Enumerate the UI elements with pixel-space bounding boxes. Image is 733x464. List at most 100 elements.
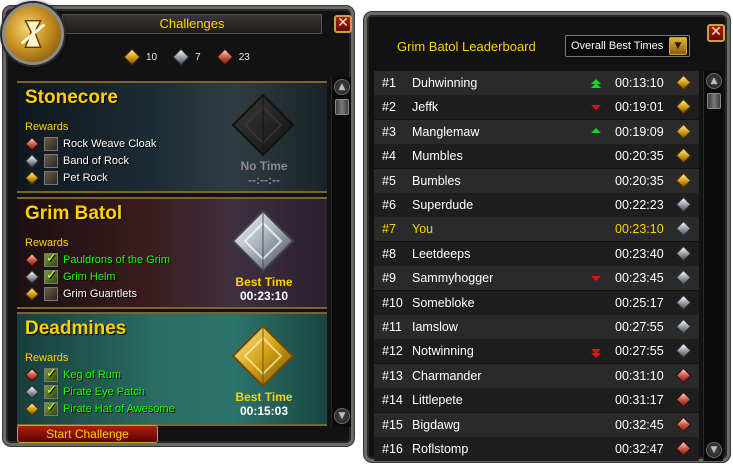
window-title: Challenges: [62, 14, 322, 34]
reward-item[interactable]: Pirate Hat of Awesome: [24, 400, 175, 417]
reward-item-name: Grim Helm: [63, 270, 116, 283]
run-time: 00:20:35: [615, 173, 664, 188]
reward-item[interactable]: Pauldrons of the Grim: [24, 251, 170, 268]
player-name: Superdude: [412, 198, 474, 212]
earned-check-icon: [44, 383, 58, 399]
dungeon-card-deadmines[interactable]: Deadmines Rewards Keg of Rum Pirate Eye Pat…: [17, 312, 327, 426]
player-name: Littlepete: [412, 393, 463, 408]
medal-count-value: 7: [195, 51, 201, 63]
run-time: 00:23:40: [615, 246, 664, 261]
leaderboard-row[interactable]: #1 Duhwinning 00:13:10: [374, 71, 699, 95]
reward-item[interactable]: Band of Rock: [24, 152, 129, 169]
player-name: Iamslow: [412, 320, 458, 334]
chevron-down-icon[interactable]: ▼: [669, 37, 687, 55]
close-button[interactable]: ✕: [707, 24, 725, 42]
rank-down-icon: [591, 276, 601, 282]
scrollbar[interactable]: ▲ ▼: [703, 71, 723, 461]
player-name: Mumbles: [412, 149, 463, 164]
reward-item-name: Pauldrons of the Grim: [63, 253, 170, 266]
leaderboard-row[interactable]: #8 Leetdeeps 00:23:40: [374, 241, 699, 266]
rewards-label: Rewards: [25, 352, 69, 364]
rank-up-double-icon: [591, 79, 601, 88]
dungeon-name: Deadmines: [25, 318, 127, 339]
rank: #7: [382, 222, 396, 237]
rank: #16: [382, 442, 403, 456]
gold-medal-icon: [24, 401, 40, 416]
bronze-medal-icon: [675, 416, 692, 432]
leaderboard-row[interactable]: #6 Superdude 00:22:23: [374, 193, 699, 217]
player-name: Somebloke: [412, 295, 475, 310]
leaderboard-row[interactable]: #15 Bigdawg 00:32:45: [374, 412, 699, 437]
gold-medal-icon: [675, 123, 692, 140]
reward-item[interactable]: Rock Weave Cloak: [24, 135, 156, 152]
rank: #3: [382, 124, 396, 139]
bronze-medal-icon: [24, 252, 40, 267]
silver-medal-icon: [24, 269, 40, 284]
leaderboard-row[interactable]: #2 Jeffk 00:19:01: [374, 95, 699, 120]
reward-item[interactable]: Grim Helm: [24, 268, 116, 285]
best-time-value: --:--:--: [248, 173, 280, 187]
reward-item-name: Pirate Hat of Awesome: [63, 402, 175, 415]
dungeon-name: Grim Batol: [25, 203, 123, 224]
leaderboard-row[interactable]: #12 Notwinning 00:27:55: [374, 339, 699, 364]
hourglass-sword-icon: [20, 19, 46, 49]
leaderboard-row[interactable]: #7 You 00:23:10: [374, 217, 699, 242]
scroll-up-button[interactable]: ▲: [706, 73, 722, 89]
scroll-thumb[interactable]: [707, 93, 721, 109]
leaderboard-title: Grim Batol Leaderboard: [397, 39, 536, 54]
player-name: Jeffk: [412, 100, 439, 115]
run-time: 00:32:45: [615, 417, 664, 432]
leaderboard-row[interactable]: #16 Roflstomp 00:32:47: [374, 437, 699, 461]
best-time-label: Best Time: [235, 275, 293, 289]
rank: #10: [382, 295, 403, 310]
silver-medal-icon: [675, 221, 692, 237]
leaderboard-row[interactable]: #4 Mumbles 00:20:35: [374, 144, 699, 169]
run-time: 00:19:09: [615, 124, 664, 139]
medal-count-value: 10: [146, 51, 158, 63]
leaderboard-list: #1 Duhwinning 00:13:10 #2 Jeffk 00:19:01 #3 Man…: [374, 71, 699, 461]
gold-medal-count: 10: [123, 48, 158, 66]
run-time: 00:31:17: [615, 393, 664, 408]
reward-item[interactable]: Pet Rock: [24, 169, 108, 186]
run-time: 00:13:10: [615, 76, 664, 90]
best-time-value: 00:15:03: [239, 404, 289, 418]
scroll-down-button[interactable]: ▼: [706, 442, 722, 458]
leaderboard-row[interactable]: #3 Manglemaw 00:19:09: [374, 119, 699, 144]
leaderboard-row[interactable]: #13 Charmander 00:31:10: [374, 363, 699, 388]
leaderboard-row[interactable]: #5 Bumbles 00:20:35: [374, 168, 699, 193]
leaderboard-row[interactable]: #10 Somebloke 00:25:17: [374, 290, 699, 315]
reward-item[interactable]: Grim Guantlets: [24, 285, 137, 302]
reward-item[interactable]: Keg of Rum: [24, 366, 121, 383]
challenge-mode-emblem-icon: [2, 3, 64, 65]
leaderboard-row[interactable]: #9 Sammyhogger 00:23:45: [374, 266, 699, 291]
start-challenge-button[interactable]: Start Challenge: [17, 425, 158, 443]
scroll-thumb[interactable]: [335, 99, 349, 115]
rank: #1: [382, 76, 396, 90]
player-name: Notwinning: [412, 344, 474, 359]
leaderboard-row[interactable]: #14 Littlepete 00:31:17: [374, 388, 699, 413]
run-time: 00:32:47: [615, 442, 664, 456]
gold-medal-icon: [231, 324, 295, 388]
silver-medal-icon: [675, 318, 692, 335]
silver-medal-icon: [675, 294, 692, 310]
earned-check-icon: [44, 251, 58, 267]
dungeon-card-stonecore[interactable]: Stonecore Rewards Rock Weave Cloak Band of …: [17, 81, 327, 193]
reward-item[interactable]: Pirate Eye Patch: [24, 383, 145, 400]
leaderboard-row[interactable]: #11 Iamslow 00:27:55: [374, 315, 699, 339]
dungeon-name: Stonecore: [25, 87, 118, 108]
player-name: Roflstomp: [412, 442, 469, 456]
scroll-up-button[interactable]: ▲: [334, 79, 350, 95]
rank: #11: [382, 320, 402, 334]
scrollbar[interactable]: ▲ ▼: [331, 77, 351, 427]
gold-medal-icon: [675, 172, 692, 188]
reward-item-name: Pet Rock: [63, 171, 108, 184]
silver-medal-icon: [675, 269, 692, 286]
scroll-down-button[interactable]: ▼: [334, 408, 350, 424]
rank: #15: [382, 417, 403, 432]
dungeon-card-grimbatol[interactable]: Grim Batol Rewards Pauldrons of the Grim Gr…: [17, 197, 327, 309]
close-button[interactable]: ✕: [334, 15, 352, 33]
run-time: 00:20:35: [615, 149, 664, 164]
run-time: 00:25:17: [615, 295, 664, 310]
sort-dropdown[interactable]: Overall Best Times ▼: [565, 35, 690, 57]
reward-item-name: Pirate Eye Patch: [63, 385, 145, 398]
